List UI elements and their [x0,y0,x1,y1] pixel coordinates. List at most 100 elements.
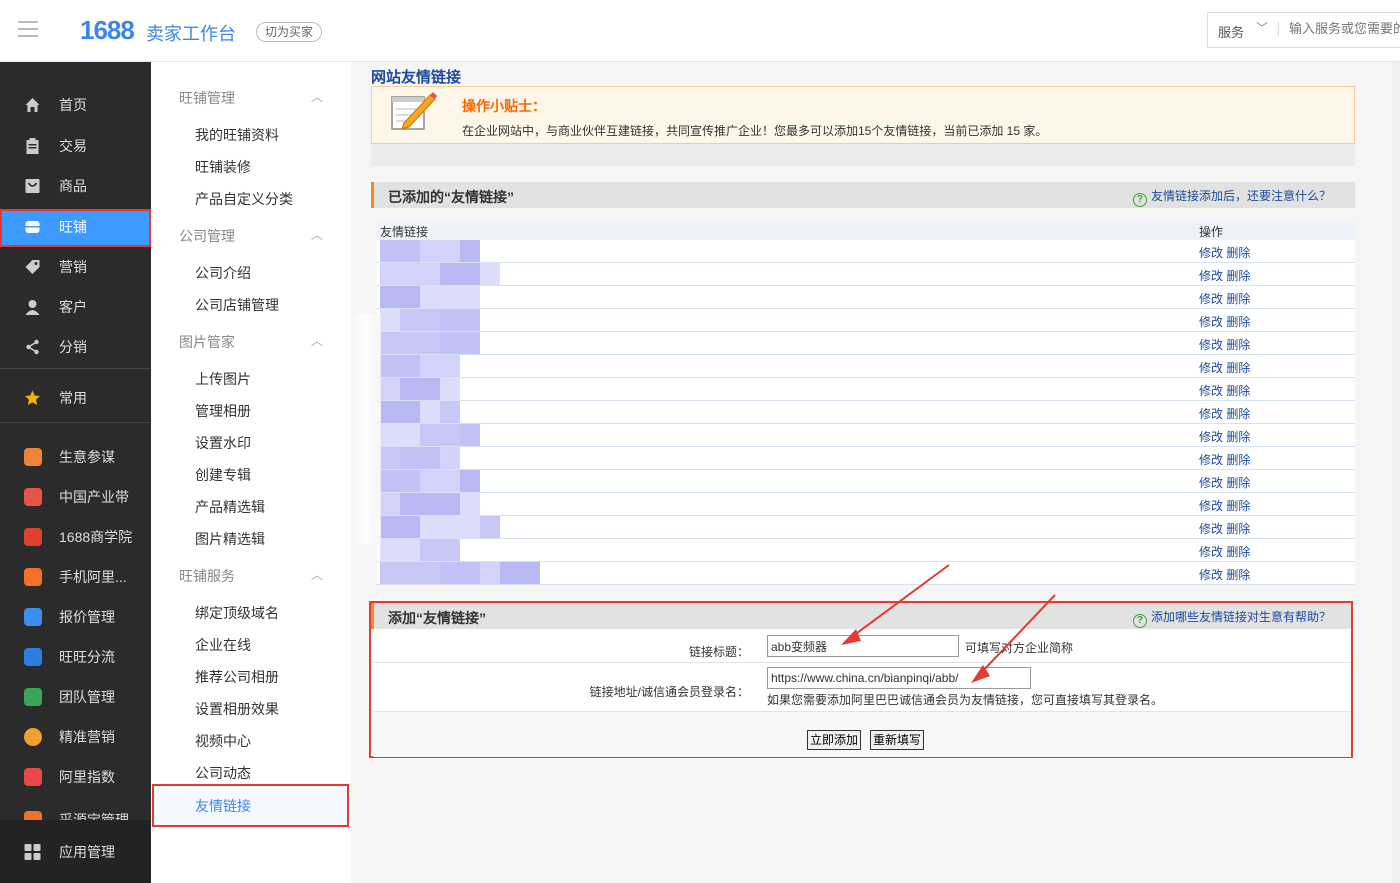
nav-item-common[interactable]: 常用 [0,380,151,416]
subnav-item[interactable]: 公司介绍 [195,263,251,283]
help-link-text[interactable]: 添加哪些友情链接对生意有帮助？ [1151,610,1331,624]
subnav-item[interactable]: 产品精选辑 [195,497,265,517]
tool-item[interactable]: 手机阿里... [0,559,151,595]
table-row: 修改 删除 [377,447,1355,470]
subnav-item[interactable]: 创建专辑 [195,465,251,485]
subnav-group-title[interactable]: 图片管家 [179,332,235,352]
nav-item-home[interactable]: 首页 [0,87,151,123]
link-title-input[interactable] [767,635,959,657]
help-link[interactable]: ? 添加哪些友情链接对生意有帮助？ [1132,608,1331,628]
service-select[interactable]: 服务 [1218,22,1244,41]
help-link-text[interactable]: 友情链接添加后，还要注意什么？ [1151,189,1331,203]
nav-label: 首页 [59,97,87,113]
edit-link[interactable]: 修改 [1199,568,1223,582]
delete-link[interactable]: 删除 [1226,545,1250,559]
subnav-item[interactable]: 图片精选辑 [195,529,265,549]
table-row: 修改 删除 [377,286,1355,309]
delete-link[interactable]: 删除 [1226,384,1250,398]
subnav-item[interactable]: 公司动态 [195,763,251,783]
edit-link[interactable]: 修改 [1199,430,1223,444]
reset-button[interactable]: 重新填写 [870,730,925,750]
edit-link[interactable]: 修改 [1199,453,1223,467]
tool-item[interactable]: 旺旺分流 [0,639,151,675]
delete-link[interactable]: 删除 [1226,453,1250,467]
edit-link[interactable]: 修改 [1199,499,1223,513]
edit-link[interactable]: 修改 [1199,545,1223,559]
delete-link[interactable]: 删除 [1226,522,1250,536]
delete-link[interactable]: 删除 [1226,292,1250,306]
nav-item-distribution[interactable]: 分销 [0,329,151,365]
subnav-item[interactable]: 绑定顶级域名 [195,603,279,623]
subnav-group-title[interactable]: 旺铺管理 [179,88,235,108]
edit-link[interactable]: 修改 [1199,384,1223,398]
tool-item-clipped[interactable]: 采源宝管理 [0,802,151,820]
edit-link[interactable]: 修改 [1199,361,1223,375]
nav-label: 分销 [59,339,87,355]
subnav-item-active[interactable]: 友情链接 [152,784,349,827]
subnav-item[interactable]: 我的旺铺资料 [195,125,279,145]
delete-link[interactable]: 删除 [1226,269,1250,283]
subnav-item[interactable]: 设置相册效果 [195,699,279,719]
scrollbar[interactable] [1392,62,1400,883]
chevron-down-icon[interactable]: ﹀ [1256,19,1268,36]
chevron-up-icon[interactable]: ︿ [311,566,323,583]
tool-label: 手机阿里... [59,569,127,585]
delete-link[interactable]: 删除 [1226,499,1250,513]
tool-item[interactable]: 1688商学院 [0,519,151,555]
tips-text: 在企业网站中，与商业伙伴互建链接，共同宣传推广企业！您最多可以添加15个友情链接… [462,124,1048,138]
tool-item[interactable]: 阿里指数 [0,759,151,795]
logo[interactable]: 1688 [80,15,135,46]
edit-link[interactable]: 修改 [1199,269,1223,283]
nav-label: 营销 [59,259,87,275]
delete-link[interactable]: 删除 [1226,407,1250,421]
delete-link[interactable]: 删除 [1226,361,1250,375]
tool-item[interactable]: 生意参谋 [0,439,151,475]
tool-item[interactable]: 中国产业带 [0,479,151,515]
edit-link[interactable]: 修改 [1199,246,1223,260]
delete-link[interactable]: 删除 [1226,476,1250,490]
subnav-item[interactable]: 视频中心 [195,731,251,751]
subnav-group-title[interactable]: 公司管理 [179,226,235,246]
submit-button[interactable]: 立即添加 [807,730,862,750]
subnav-item[interactable]: 公司店铺管理 [195,295,279,315]
top-bar: 1688 卖家工作台 切为买家 服务 ﹀ [0,0,1400,62]
edit-link[interactable]: 修改 [1199,522,1223,536]
subnav-item[interactable]: 管理相册 [195,401,251,421]
edit-link[interactable]: 修改 [1199,315,1223,329]
delete-link[interactable]: 删除 [1226,430,1250,444]
delete-link[interactable]: 删除 [1226,315,1250,329]
nav-item-goods[interactable]: 商品 [0,168,151,204]
chevron-up-icon[interactable]: ︿ [311,226,323,243]
subnav-item[interactable]: 产品自定义分类 [195,189,293,209]
subnav-group-title[interactable]: 旺铺服务 [179,566,235,586]
edit-link[interactable]: 修改 [1199,338,1223,352]
switch-to-buyer-button[interactable]: 切为买家 [256,22,323,42]
nav-item-app-manage[interactable]: 应用管理 [0,834,151,870]
nav-item-shop[interactable]: 旺铺 [0,209,151,247]
subnav-item[interactable]: 旺铺装修 [195,157,251,177]
edit-link[interactable]: 修改 [1199,407,1223,421]
edit-link[interactable]: 修改 [1199,292,1223,306]
chevron-up-icon[interactable]: ︿ [311,332,323,349]
edit-link[interactable]: 修改 [1199,476,1223,490]
source-icon [24,811,42,820]
tool-item[interactable]: 报价管理 [0,599,151,635]
help-link[interactable]: ? 友情链接添加后，还要注意什么？ [1132,187,1331,207]
nav-item-customer[interactable]: 客户 [0,289,151,325]
subnav-item[interactable]: 推荐公司相册 [195,667,279,687]
search-input[interactable] [1278,21,1400,36]
subnav-item[interactable]: 设置水印 [195,433,251,453]
tool-item[interactable]: 团队管理 [0,679,151,715]
tool-item[interactable]: 精准营销 [0,719,151,755]
chevron-up-icon[interactable]: ︿ [311,88,323,105]
menu-toggle-icon[interactable] [18,21,38,39]
subnav-item[interactable]: 企业在线 [195,635,251,655]
nav-item-trade[interactable]: 交易 [0,128,151,164]
delete-link[interactable]: 删除 [1226,568,1250,582]
delete-link[interactable]: 删除 [1226,246,1250,260]
delete-link[interactable]: 删除 [1226,338,1250,352]
link-url-input[interactable] [767,667,1031,689]
subnav-item[interactable]: 上传图片 [195,369,251,389]
nav-item-marketing[interactable]: 营销 [0,249,151,285]
nav-label: 应用管理 [59,844,115,860]
